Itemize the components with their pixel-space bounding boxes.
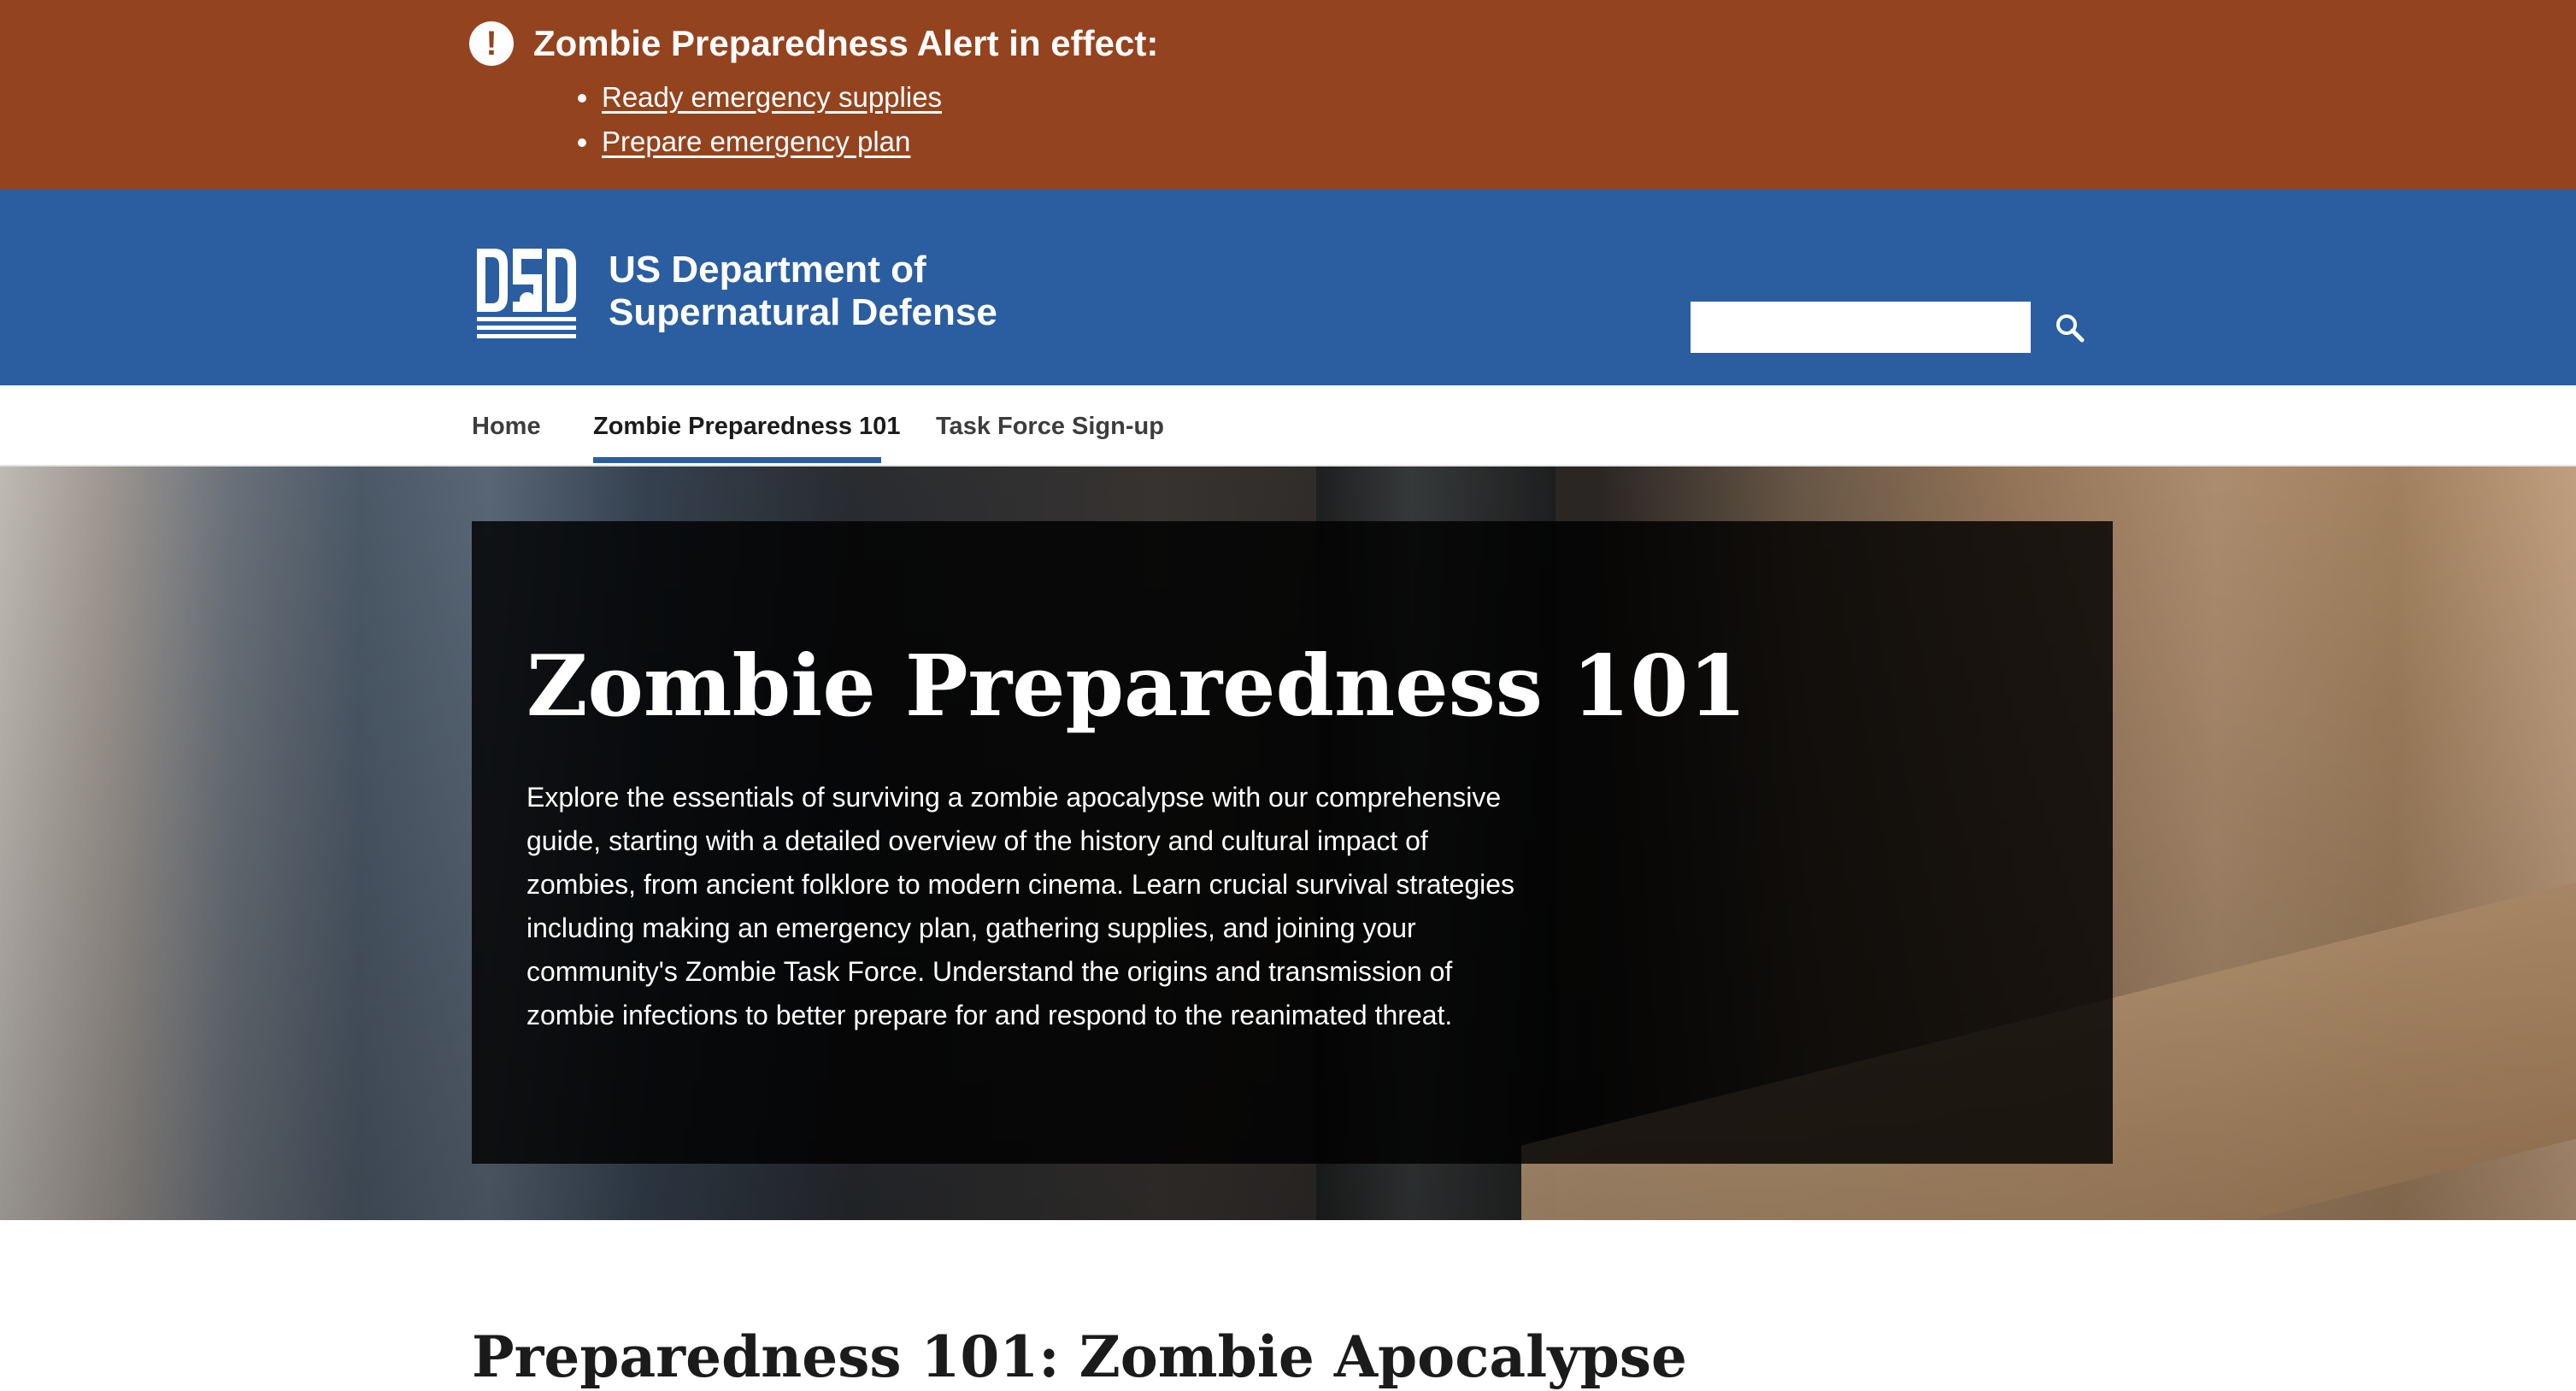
nav-active-indicator bbox=[593, 457, 881, 463]
hero-title: Zombie Preparedness 101 bbox=[526, 637, 1747, 736]
search-input[interactable] bbox=[1691, 302, 2031, 353]
agency-name[interactable]: US Department of Supernatural Defense bbox=[609, 249, 997, 334]
search-icon bbox=[2056, 314, 2085, 343]
alert-list-item: Prepare emergency plan bbox=[577, 120, 942, 164]
alert-heading: Zombie Preparedness Alert in effect: bbox=[533, 23, 1159, 63]
primary-nav: Home Zombie Preparedness 101 Task Force … bbox=[0, 385, 2576, 467]
nav-item-home[interactable]: Home bbox=[472, 409, 541, 443]
agency-name-line1: US Department of bbox=[609, 249, 926, 291]
hero-callout: Zombie Preparedness 101 Explore the esse… bbox=[472, 521, 2113, 1164]
hero-description: Explore the essentials of surviving a zo… bbox=[526, 782, 1515, 1030]
nav-item-task-force-signup[interactable]: Task Force Sign-up bbox=[936, 409, 1164, 443]
agency-name-line2: Supernatural Defense bbox=[609, 291, 997, 333]
alert-list-item: Ready emergency supplies bbox=[577, 75, 942, 120]
search-button[interactable] bbox=[2044, 303, 2096, 353]
dsd-logo-icon[interactable] bbox=[475, 247, 578, 343]
prepare-plan-link[interactable]: Prepare emergency plan bbox=[602, 126, 910, 157]
hero-section: Zombie Preparedness 101 Explore the esse… bbox=[0, 467, 2576, 1220]
section-heading: Preparedness 101: Zombie Apocalypse bbox=[472, 1324, 1687, 1390]
ready-supplies-link[interactable]: Ready emergency supplies bbox=[602, 81, 942, 113]
site-header: US Department of Supernatural Defense bbox=[0, 189, 2576, 385]
exclamation-circle-icon: ! bbox=[469, 21, 514, 66]
nav-item-zombie-preparedness-101[interactable]: Zombie Preparedness 101 bbox=[593, 409, 900, 443]
alert-links-list: Ready emergency supplies Prepare emergen… bbox=[577, 75, 942, 164]
alert-banner: ! Zombie Preparedness Alert in effect: R… bbox=[0, 0, 2576, 189]
